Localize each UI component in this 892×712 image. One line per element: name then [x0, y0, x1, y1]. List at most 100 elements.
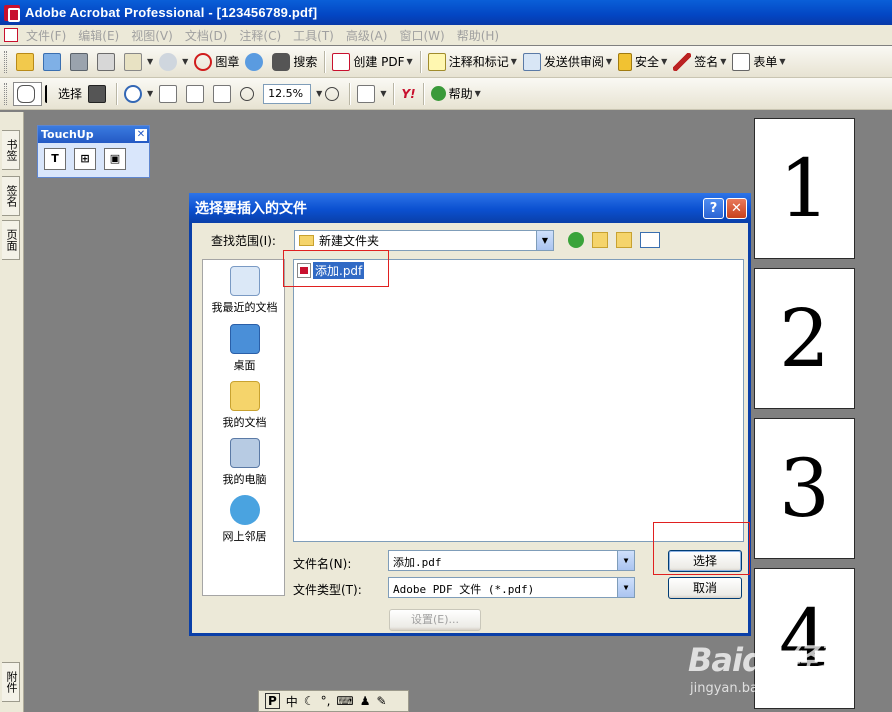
touchup-titlebar[interactable]: TouchUp ✕ [38, 126, 149, 143]
chevron-down-icon[interactable]: ▼ [536, 231, 553, 250]
place-network[interactable]: 网上邻居 [203, 495, 286, 544]
menu-help[interactable]: 帮助(H) [457, 27, 499, 44]
place-my-documents[interactable]: 我的文档 [203, 381, 286, 430]
tasks-button[interactable]: ▼ [121, 50, 156, 74]
forms-label: 表单 [753, 55, 778, 69]
touchup-reading-order-icon[interactable]: ▣ [104, 148, 126, 170]
print-button[interactable] [94, 50, 121, 74]
place-recent-documents[interactable]: 我最近的文档 [203, 266, 286, 315]
print-icon [97, 52, 115, 71]
view-menu-icon[interactable] [640, 232, 660, 248]
yahoo-button[interactable]: Y! [398, 82, 418, 106]
send-review-button[interactable]: 发送供审阅 ▼ [520, 50, 615, 74]
page-thumbnail-2[interactable]: 2 [754, 268, 855, 409]
touchup-text-tool-icon[interactable]: T [44, 148, 66, 170]
look-in-label: 查找范围(I): [211, 234, 276, 248]
stamp-button[interactable]: 图章 [191, 50, 242, 74]
window-titlebar[interactable]: Adobe Acrobat Professional - [123456789.… [0, 0, 892, 25]
create-pdf-icon [332, 52, 351, 71]
actual-size-button[interactable] [156, 82, 183, 106]
dialog-nav-icons [568, 232, 660, 248]
menu-window[interactable]: 窗口(W) [399, 27, 444, 44]
menu-advanced[interactable]: 高级(A) [346, 27, 388, 44]
search-button[interactable]: 搜索 [269, 50, 320, 74]
ime-logo-icon[interactable]: P [265, 693, 280, 709]
open-button[interactable] [13, 50, 40, 74]
up-folder-icon[interactable] [592, 232, 608, 248]
file-list[interactable]: 添加.pdf [293, 259, 744, 542]
touchup-toolbar: TouchUp ✕ T ⊞ ▣ [37, 125, 150, 178]
chevron-down-icon[interactable]: ▼ [617, 578, 634, 597]
cancel-button[interactable]: 取消 [668, 577, 742, 599]
ime-toolbar: P 中 ☾ °, ⌨ ♟ ✎ [258, 690, 409, 712]
menu-bar: 文件(F) 编辑(E) 视图(V) 文档(D) 注释(C) 工具(T) 高级(A… [0, 25, 892, 45]
tasks-icon [124, 52, 142, 71]
filetype-value: Adobe PDF 文件 (*.pdf) [393, 583, 535, 596]
place-label: 我的文档 [222, 416, 267, 429]
tab-bookmarks[interactable]: 书签 [2, 130, 20, 170]
tab-signatures[interactable]: 签名 [2, 176, 20, 216]
place-label: 网上邻居 [222, 530, 267, 543]
zoom-level-input[interactable]: 12.5% [263, 83, 312, 104]
close-icon[interactable]: ✕ [726, 197, 747, 219]
page-thumbnail-3[interactable]: 3 [754, 418, 855, 559]
place-my-computer[interactable]: 我的电脑 [203, 438, 286, 487]
tab-pages[interactable]: 页面 [2, 220, 20, 260]
open-folder-icon [16, 52, 34, 71]
user-icon[interactable]: ♟ [360, 694, 371, 708]
new-folder-icon[interactable] [616, 232, 632, 248]
select-tool-button[interactable]: 选择 [42, 82, 85, 106]
document-icon[interactable] [4, 28, 18, 42]
forms-button[interactable]: 表单 ▼ [729, 50, 788, 74]
punctuation-icon[interactable]: °, [321, 694, 331, 708]
attach-button[interactable]: ▼ [156, 50, 191, 74]
dialog-titlebar[interactable]: 选择要插入的文件 ? ✕ [189, 193, 751, 223]
menu-document[interactable]: 文档(D) [185, 27, 228, 44]
zoom-in-button[interactable] [322, 82, 345, 106]
keyboard-icon[interactable]: ⌨ [336, 694, 353, 708]
settings-button: 设置(E)... [389, 609, 481, 631]
help-button[interactable]: 帮助 ▼ [428, 82, 484, 106]
snapshot-button[interactable] [85, 82, 112, 106]
menu-file[interactable]: 文件(F) [26, 27, 66, 44]
tab-attachments[interactable]: 附件 [2, 662, 20, 702]
filetype-dropdown[interactable]: Adobe PDF 文件 (*.pdf) ▼ [388, 577, 635, 598]
email-button[interactable] [242, 50, 269, 74]
hand-tool-button[interactable] [13, 81, 42, 106]
filename-input[interactable]: 添加.pdf ▼ [388, 550, 635, 571]
search-label: 搜索 [293, 55, 318, 69]
chevron-down-icon: ▼ [720, 57, 727, 66]
security-button[interactable]: 安全 ▼ [615, 50, 670, 74]
look-in-dropdown[interactable]: 新建文件夹 ▼ [294, 230, 554, 251]
zoom-in-tool-button[interactable]: ▼ [121, 82, 156, 106]
sign-button[interactable]: 签名 ▼ [670, 50, 729, 74]
fit-width-button[interactable] [210, 82, 237, 106]
my-documents-icon [229, 381, 260, 411]
fit-page-button[interactable] [183, 82, 210, 106]
place-desktop[interactable]: 桌面 [203, 324, 286, 373]
back-icon[interactable] [568, 232, 584, 248]
comment-markup-button[interactable]: 注释和标记 ▼ [425, 50, 520, 74]
close-icon[interactable]: ✕ [135, 128, 147, 141]
desktop-icon [229, 324, 260, 354]
help-icon[interactable]: ? [703, 197, 724, 219]
my-computer-icon [229, 438, 260, 468]
toolbar-grip[interactable] [4, 82, 7, 105]
save-button[interactable] [67, 50, 94, 74]
menu-comments[interactable]: 注释(C) [239, 27, 281, 44]
wrench-icon[interactable]: ✎ [377, 694, 387, 708]
page-thumbnail-1[interactable]: 1 [754, 118, 855, 259]
menu-view[interactable]: 视图(V) [131, 27, 173, 44]
menu-edit[interactable]: 编辑(E) [78, 27, 119, 44]
rotate-view-button[interactable]: ▼ [354, 82, 389, 106]
places-bar: 我最近的文档 桌面 我的文档 我的电脑 网上邻居 [202, 259, 285, 596]
zoom-out-button[interactable] [237, 82, 260, 106]
toolbar-grip[interactable] [4, 50, 7, 73]
organizer-button[interactable] [40, 50, 67, 74]
moon-icon[interactable]: ☾ [304, 694, 315, 708]
touchup-object-tool-icon[interactable]: ⊞ [74, 148, 96, 170]
chevron-down-icon[interactable]: ▼ [617, 551, 634, 570]
ime-mode[interactable]: 中 [286, 693, 298, 710]
menu-tools[interactable]: 工具(T) [293, 27, 334, 44]
create-pdf-button[interactable]: 创建 PDF ▼ [329, 50, 415, 74]
